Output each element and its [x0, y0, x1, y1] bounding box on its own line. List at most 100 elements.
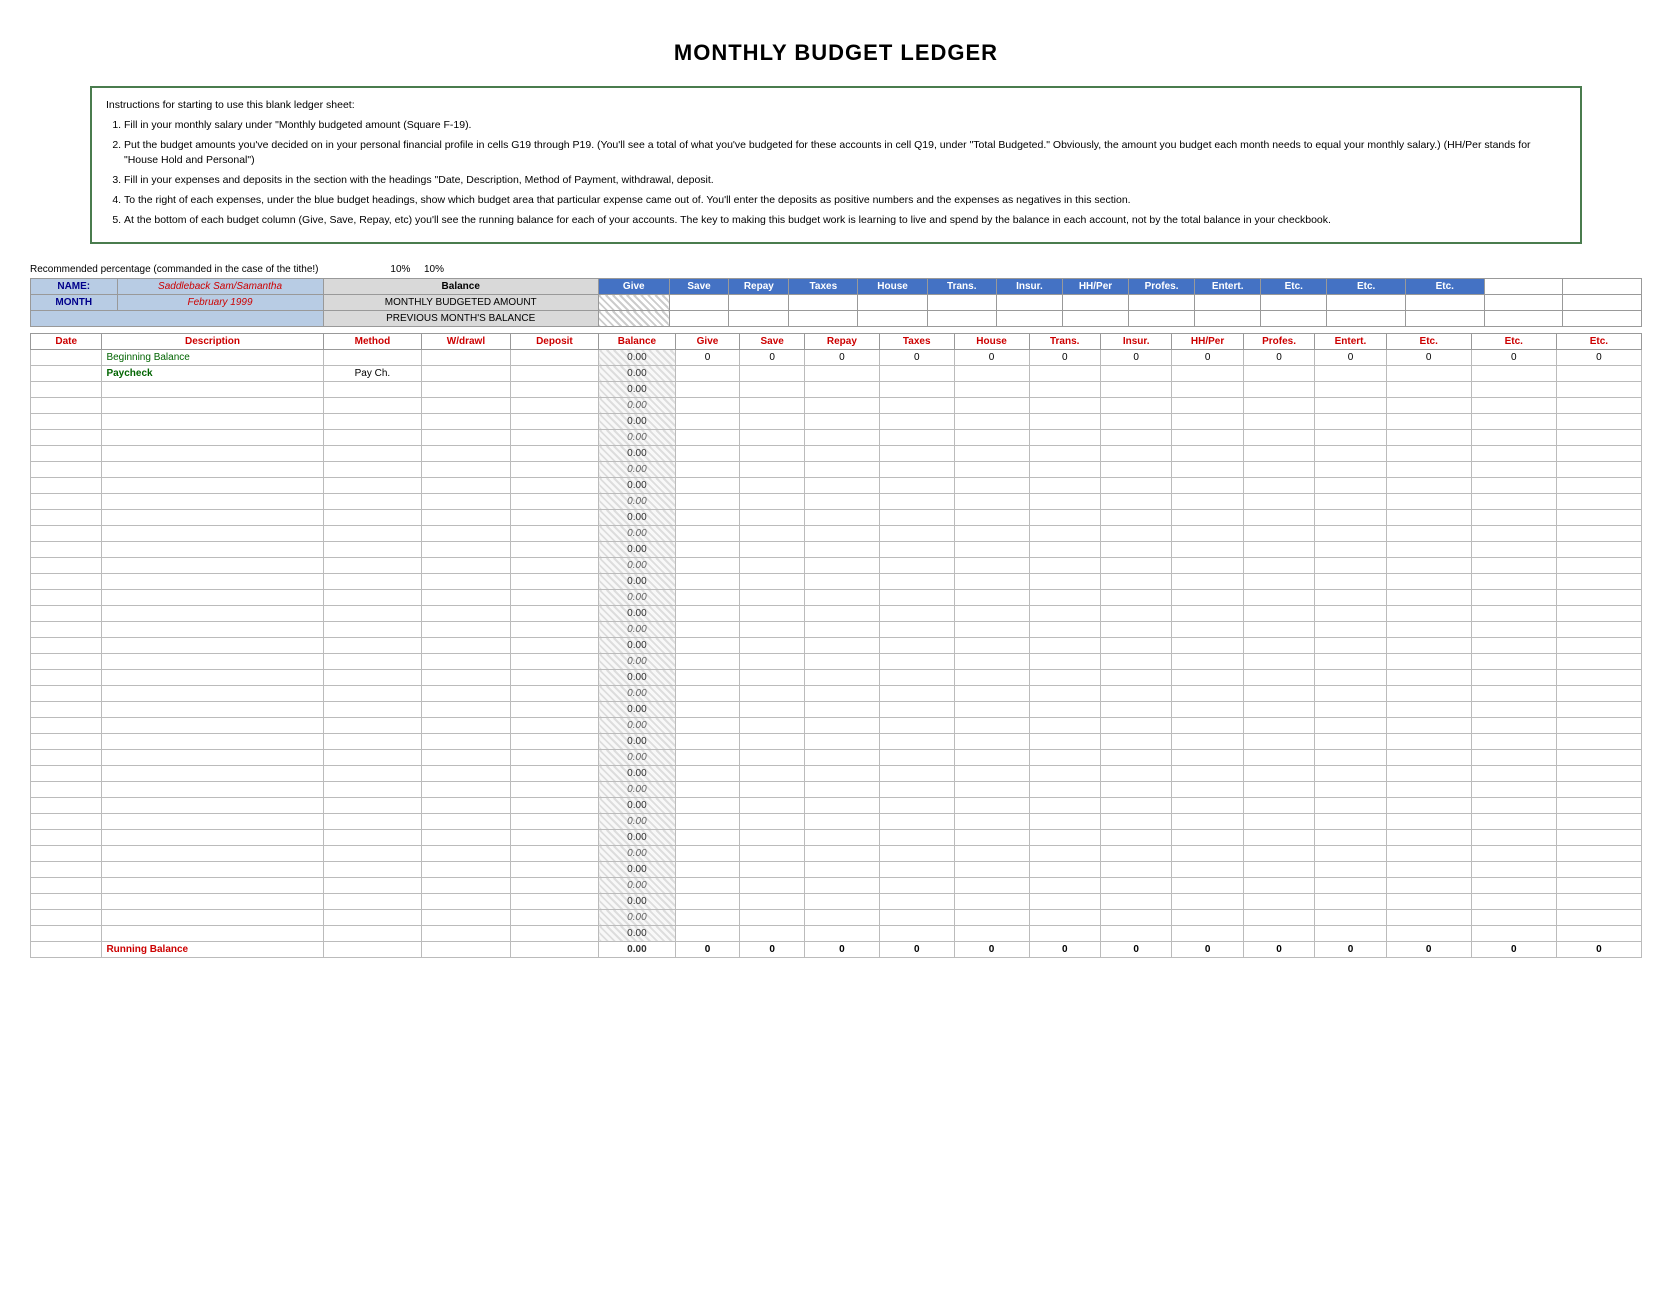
empty-cell — [1386, 894, 1471, 910]
empty-cell — [804, 670, 879, 686]
empty-cell — [1471, 814, 1556, 830]
empty-cell — [1029, 846, 1100, 862]
empty-cell — [1100, 734, 1171, 750]
empty-cell — [675, 718, 740, 734]
empty-row: 0.00 — [31, 574, 1642, 590]
empty-cell — [1029, 718, 1100, 734]
empty-cell — [804, 718, 879, 734]
empty-cell — [102, 718, 323, 734]
empty-cell — [1029, 926, 1100, 942]
empty-cell — [323, 766, 422, 782]
empty-cell — [510, 830, 598, 846]
empty-cell: 0.00 — [599, 830, 676, 846]
empty-cell — [1029, 734, 1100, 750]
house-header: House — [858, 279, 927, 295]
pc-deposit — [510, 366, 598, 382]
empty-cell — [1556, 670, 1641, 686]
empty-cell — [422, 414, 510, 430]
empty-cell — [102, 734, 323, 750]
empty-cell — [1471, 926, 1556, 942]
empty-cell — [1243, 414, 1314, 430]
pc-date — [31, 366, 102, 382]
empty-cell — [31, 510, 102, 526]
empty-cell — [879, 926, 954, 942]
empty-cell — [675, 574, 740, 590]
empty-cell — [1243, 750, 1314, 766]
bb-trans: 0 — [1029, 350, 1100, 366]
empty-cell — [323, 750, 422, 766]
bb-give: 0 — [675, 350, 740, 366]
empty-cell — [1243, 798, 1314, 814]
empty-cell — [1386, 638, 1471, 654]
empty-cell — [879, 782, 954, 798]
empty-row: 0.00 — [31, 814, 1642, 830]
empty-row: 0.00 — [31, 446, 1642, 462]
empty-cell — [1386, 734, 1471, 750]
empty-cell — [1100, 686, 1171, 702]
empty-cell — [1243, 478, 1314, 494]
empty-cell — [1315, 510, 1386, 526]
empty-cell — [954, 718, 1029, 734]
empty-cell: 0.00 — [599, 430, 676, 446]
empty-cell — [879, 478, 954, 494]
empty-cell — [1386, 574, 1471, 590]
col-etc1: Etc. — [1386, 334, 1471, 350]
bb-wdrawl — [422, 350, 510, 366]
bb-etc1: 0 — [1386, 350, 1471, 366]
empty-cell — [804, 462, 879, 478]
col-give: Give — [675, 334, 740, 350]
pc-label: Paycheck — [102, 366, 323, 382]
running-cell-1: Running Balance — [102, 942, 323, 958]
empty-cell — [31, 686, 102, 702]
empty-cell — [1172, 798, 1243, 814]
empty-cell — [1100, 718, 1171, 734]
empty-cell — [954, 734, 1029, 750]
empty-cell — [740, 846, 805, 862]
empty-cell — [31, 622, 102, 638]
empty-cell — [1243, 878, 1314, 894]
beginning-balance-row: Beginning Balance 0.00 0 0 0 0 0 0 0 0 0… — [31, 350, 1642, 366]
empty-cell — [1243, 526, 1314, 542]
empty-cell — [1556, 494, 1641, 510]
empty-cell — [422, 558, 510, 574]
empty-cell — [1172, 750, 1243, 766]
empty-cell — [323, 734, 422, 750]
empty-cell — [1243, 590, 1314, 606]
empty-cell — [879, 574, 954, 590]
empty-cell: 0.00 — [599, 558, 676, 574]
empty-cell — [1100, 878, 1171, 894]
empty-cell — [1556, 382, 1641, 398]
empty-row: 0.00 — [31, 638, 1642, 654]
empty-cell — [1243, 462, 1314, 478]
empty-cell — [804, 766, 879, 782]
empty-cell — [1243, 670, 1314, 686]
empty-cell — [675, 558, 740, 574]
empty-cell — [804, 782, 879, 798]
empty-cell — [1471, 654, 1556, 670]
empty-cell: 0.00 — [599, 510, 676, 526]
empty-cell: 0.00 — [599, 590, 676, 606]
empty-cell — [510, 574, 598, 590]
month-label: MONTH — [31, 295, 118, 311]
empty-cell — [879, 414, 954, 430]
empty-cell — [740, 654, 805, 670]
empty-cell — [31, 910, 102, 926]
empty-cell — [31, 926, 102, 942]
empty-cell — [1029, 558, 1100, 574]
empty-row: 0.00 — [31, 510, 1642, 526]
pc-give — [675, 366, 740, 382]
empty-cell — [1029, 830, 1100, 846]
empty-cell — [510, 558, 598, 574]
empty-cell — [879, 638, 954, 654]
empty-cell — [510, 542, 598, 558]
empty-cell — [954, 702, 1029, 718]
empty-cell — [1386, 542, 1471, 558]
empty-cell — [954, 606, 1029, 622]
pc-insur — [1100, 366, 1171, 382]
empty-cell — [1029, 478, 1100, 494]
empty-cell — [1556, 686, 1641, 702]
empty-cell — [1471, 734, 1556, 750]
pc-etc2 — [1471, 366, 1556, 382]
empty-cell — [1315, 750, 1386, 766]
empty-cell — [1556, 734, 1641, 750]
